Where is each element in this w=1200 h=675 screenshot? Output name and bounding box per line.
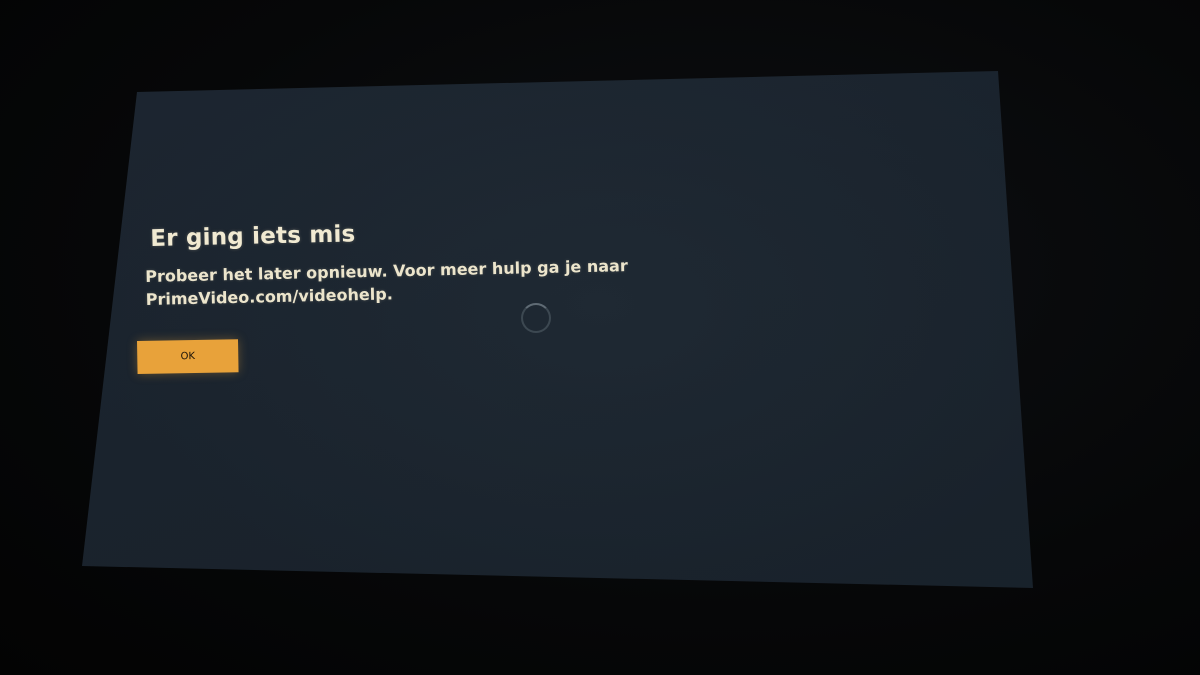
spinner-icon: [521, 303, 551, 333]
error-title: Er ging iets mis: [150, 221, 356, 252]
error-message-line-2: PrimeVideo.com/videohelp.: [145, 284, 393, 309]
screen-glow: [82, 71, 1033, 588]
ok-button[interactable]: OK: [137, 339, 239, 374]
photo-background: Er ging iets mis Probeer het later opnie…: [0, 0, 1200, 675]
